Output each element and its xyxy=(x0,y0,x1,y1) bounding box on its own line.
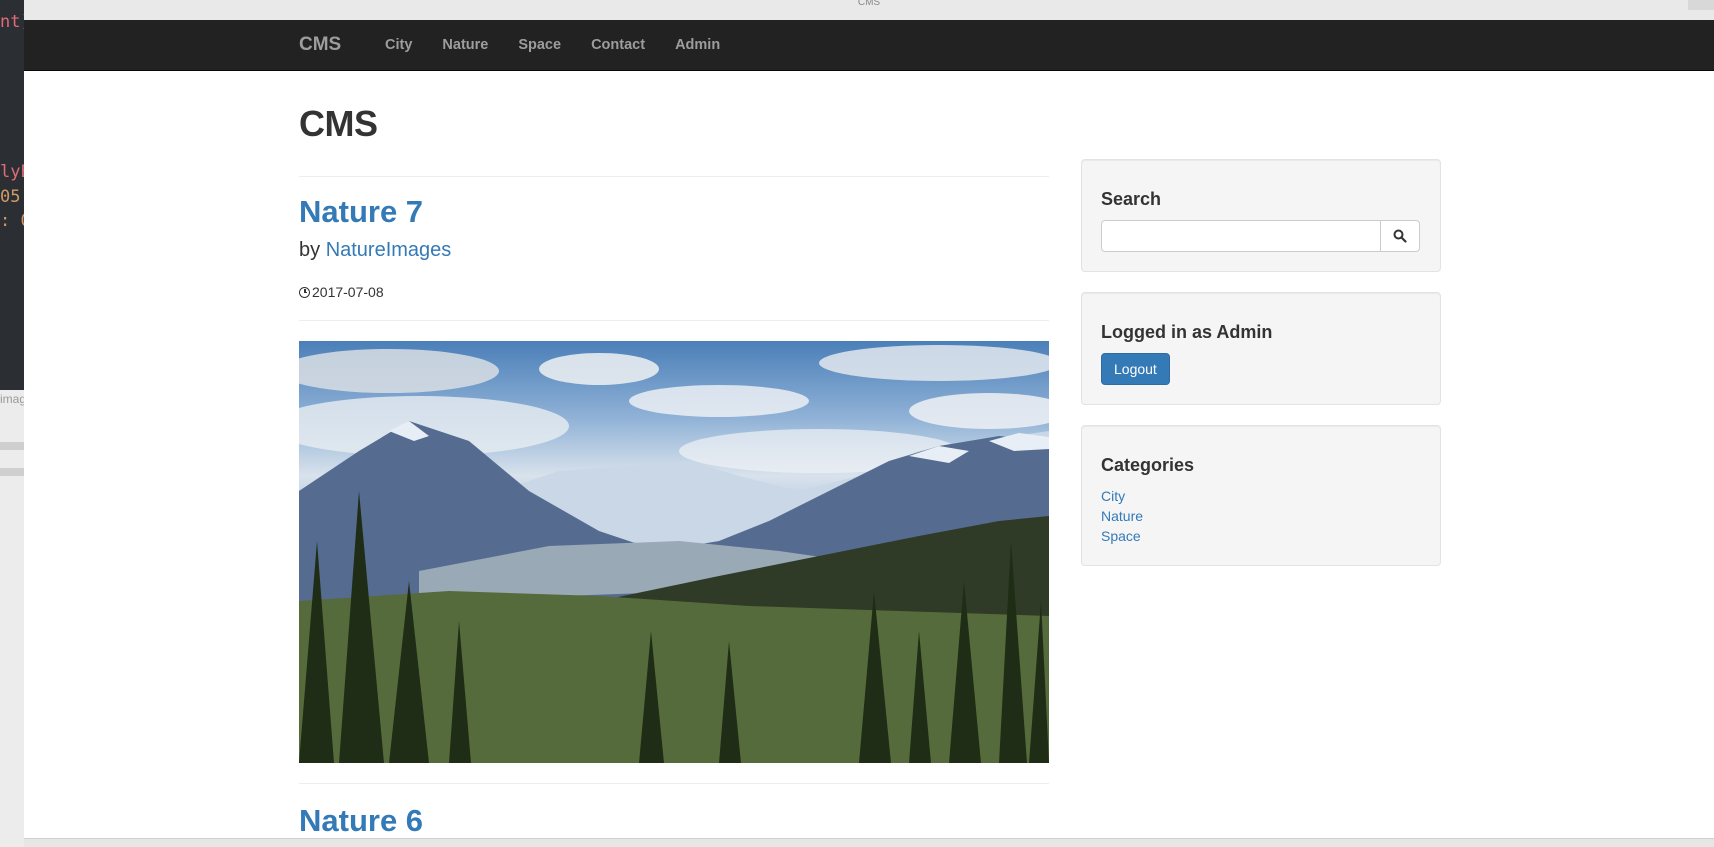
code-line: nt); xyxy=(0,12,24,32)
top-navbar: CMS City Nature Space Contact Admin xyxy=(24,20,1714,71)
browser-viewport: CMS City Nature Space Contact Admin CMS … xyxy=(24,20,1714,847)
search-input[interactable] xyxy=(1101,220,1381,252)
category-item: City xyxy=(1101,486,1421,506)
navbar-menu: City Nature Space Contact Admin xyxy=(370,20,735,70)
login-widget: Logged in as Admin Logout xyxy=(1081,292,1441,405)
blog-main-column: CMS Nature 7 by NatureImages 2017-07-08 xyxy=(299,70,1049,839)
categories-list: City Nature Space xyxy=(1101,486,1421,546)
background-panel: imag xyxy=(0,390,27,847)
panel-hint: imag xyxy=(0,392,27,406)
search-input-group xyxy=(1101,220,1421,252)
nav-item-city[interactable]: City xyxy=(370,20,427,70)
code-line: : 0 xyxy=(0,211,24,231)
sidebar: Search Logged in as Admin Logout Categor… xyxy=(1081,159,1441,586)
logout-button[interactable]: Logout xyxy=(1101,353,1170,385)
post-title-link[interactable]: Nature 7 xyxy=(299,194,1049,230)
category-item: Nature xyxy=(1101,506,1421,526)
window-titlebar: CMS xyxy=(24,0,1714,21)
post-title-link[interactable]: Nature 6 xyxy=(299,803,1049,839)
bottom-scrollbar[interactable] xyxy=(24,838,1714,847)
byline-prefix: by xyxy=(299,239,321,261)
search-icon xyxy=(1393,229,1407,243)
navbar-brand[interactable]: CMS xyxy=(299,20,341,70)
nav-item-nature[interactable]: Nature xyxy=(427,20,503,70)
background-editor: nt); lyE 05, : 0 xyxy=(0,0,24,390)
panel-divider xyxy=(0,468,24,476)
search-button[interactable] xyxy=(1381,220,1420,252)
search-heading: Search xyxy=(1101,189,1162,209)
window-title: CMS xyxy=(857,0,881,8)
categories-heading: Categories xyxy=(1101,455,1195,475)
code-line: lyE xyxy=(0,162,24,182)
nav-item-contact[interactable]: Contact xyxy=(576,20,660,70)
nav-item-space[interactable]: Space xyxy=(503,20,576,70)
categories-widget: Categories City Nature Space xyxy=(1081,425,1441,566)
nav-item-admin[interactable]: Admin xyxy=(660,20,735,70)
page-title: CMS xyxy=(299,103,378,144)
post-image[interactable] xyxy=(299,341,1049,763)
page-header: CMS xyxy=(299,70,1049,177)
login-status-heading: Logged in as Admin xyxy=(1101,322,1273,342)
window-corner xyxy=(1688,0,1714,10)
category-link-nature[interactable]: Nature xyxy=(1101,508,1143,524)
category-item: Space xyxy=(1101,526,1421,546)
category-link-space[interactable]: Space xyxy=(1101,528,1141,544)
divider xyxy=(299,320,1049,321)
post-byline: by NatureImages xyxy=(299,239,1049,262)
post-date-text: 2017-07-08 xyxy=(312,284,384,300)
panel-divider xyxy=(0,442,24,450)
category-link-city[interactable]: City xyxy=(1101,488,1125,504)
post-date: 2017-07-08 xyxy=(299,284,1049,300)
post-author-link[interactable]: NatureImages xyxy=(326,239,452,261)
clock-icon xyxy=(299,286,310,298)
search-widget: Search xyxy=(1081,159,1441,272)
divider xyxy=(299,783,1049,784)
landscape-illustration xyxy=(299,345,1049,763)
